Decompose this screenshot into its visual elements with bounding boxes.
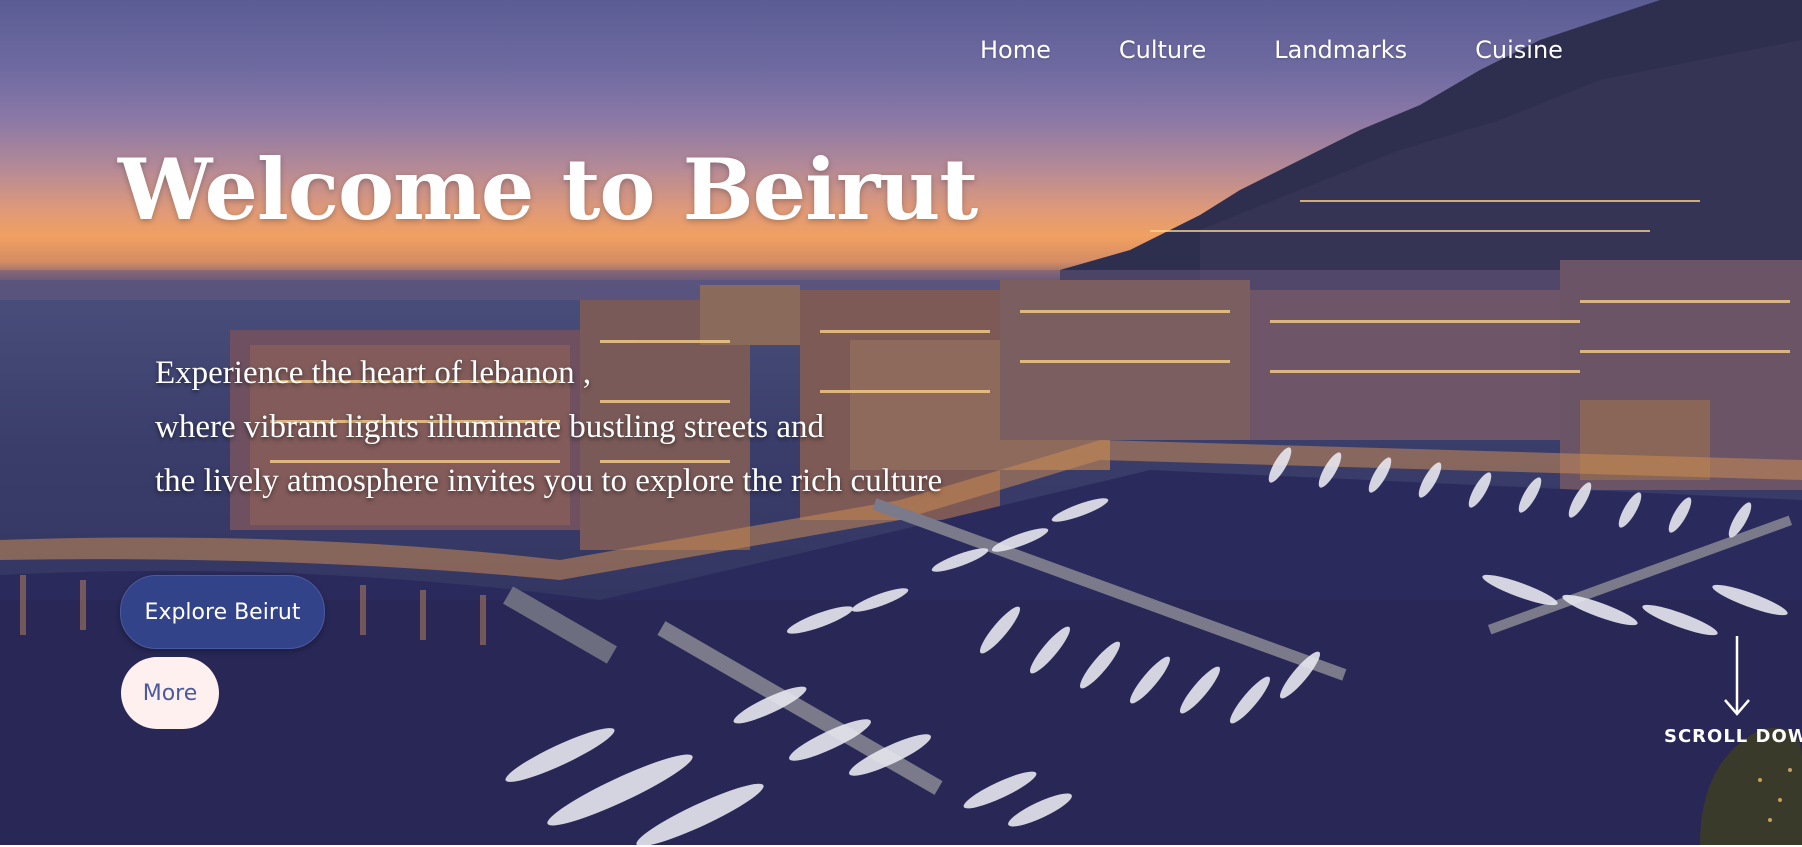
nav-cuisine-link[interactable]: Cuisine [1475,36,1563,64]
nav-landmarks-link[interactable]: Landmarks [1274,36,1407,64]
more-button[interactable]: More [121,657,219,729]
nav-home-link[interactable]: Home [980,36,1051,64]
scroll-down-label[interactable]: SCROLL DOW [1664,726,1802,747]
nav-culture-link[interactable]: Culture [1119,36,1206,64]
page-title: Welcome to Beirut [118,140,978,239]
tagline-line-2: where vibrant lights illuminate bustling… [155,409,825,445]
hero-tagline: Experience the heart of lebanon , where … [155,346,942,508]
tagline-line-3: the lively atmosphere invites you to exp… [155,463,943,499]
arrow-down-icon[interactable] [1722,636,1752,716]
tagline-line-1: Experience the heart of lebanon , [155,355,592,391]
hero-section: Home Culture Landmarks Cuisine Welcome t… [0,0,1802,845]
main-nav: Home Culture Landmarks Cuisine [980,36,1631,64]
explore-beirut-button[interactable]: Explore Beirut [120,575,325,649]
